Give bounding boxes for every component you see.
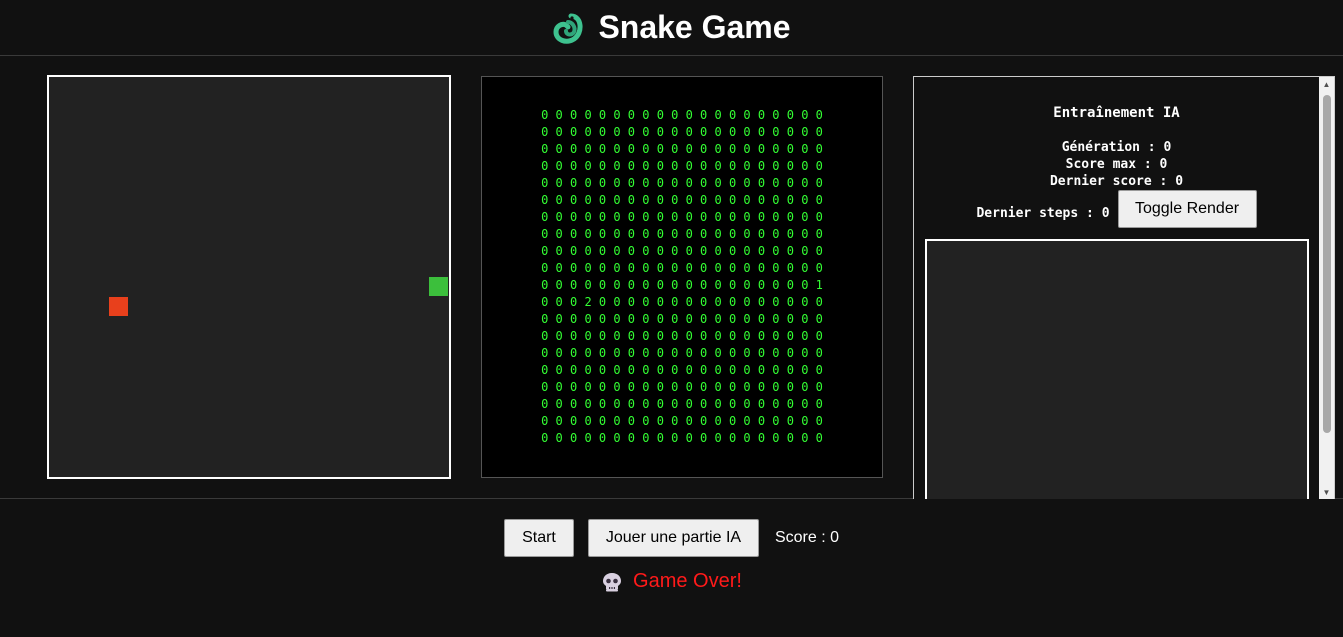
score-display: Score : 0 <box>774 529 840 546</box>
generation-stat: Génération : 0 <box>1061 140 1172 155</box>
last-score-stat: Dernier score : 0 <box>1049 174 1184 189</box>
app-header: Snake Game <box>0 0 1343 56</box>
toggle-render-button[interactable]: Toggle Render <box>1117 190 1257 228</box>
food-cell <box>109 297 128 316</box>
scrollbar-thumb[interactable] <box>1323 95 1331 433</box>
controls-bar: Start Jouer une partie IA Score : 0 <box>0 519 1343 557</box>
play-ai-button[interactable]: Jouer une partie IA <box>587 519 759 557</box>
start-button[interactable]: Start <box>503 519 574 557</box>
game-over-status: Game Over! <box>0 570 1343 593</box>
game-over-message: Game Over! <box>633 570 742 592</box>
scroll-down-icon[interactable]: ▼ <box>1319 485 1334 499</box>
ai-render-canvas <box>925 239 1309 499</box>
steps-row: Dernier steps : 0 Toggle Render <box>914 190 1319 228</box>
skull-icon <box>601 571 623 593</box>
ai-panel-scrollbar[interactable]: ▲ ▼ <box>1319 77 1334 499</box>
state-matrix: 0 0 0 0 0 0 0 0 0 0 0 0 0 0 0 0 0 0 0 0 … <box>541 108 823 445</box>
last-steps-stat: Dernier steps : 0 <box>976 205 1110 221</box>
snake-head-cell <box>429 277 448 296</box>
max-score-stat: Score max : 0 <box>1065 157 1168 172</box>
game-board-canvas <box>47 75 451 479</box>
page-title: Snake Game <box>598 9 791 45</box>
main-area: 0 0 0 0 0 0 0 0 0 0 0 0 0 0 0 0 0 0 0 0 … <box>0 56 1343 499</box>
state-matrix-panel: 0 0 0 0 0 0 0 0 0 0 0 0 0 0 0 0 0 0 0 0 … <box>481 76 883 478</box>
snake-icon <box>552 11 586 45</box>
scroll-up-icon[interactable]: ▲ <box>1319 77 1334 91</box>
ai-training-panel[interactable]: Entraînement IA Génération : 0 Score max… <box>913 76 1335 499</box>
ai-panel-title: Entraînement IA <box>1053 105 1180 121</box>
